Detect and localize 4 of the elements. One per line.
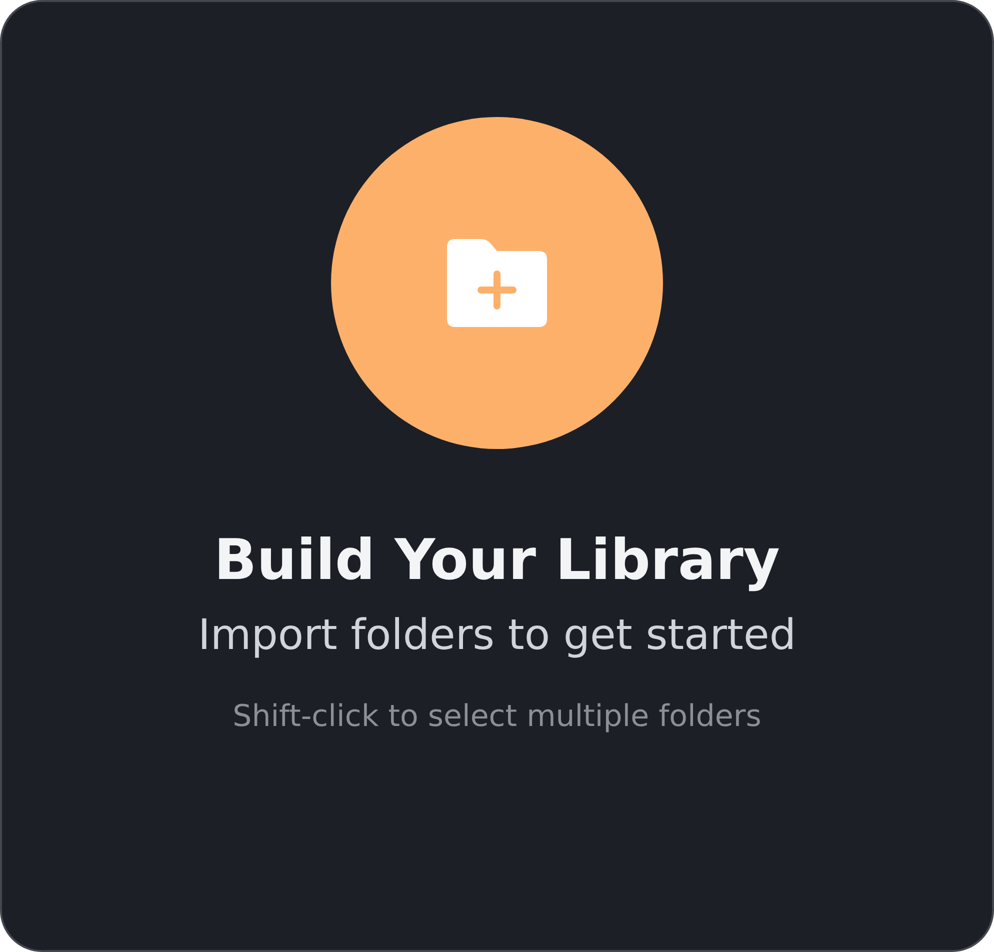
folder-plus-icon <box>447 239 547 327</box>
subtitle: Import folders to get started <box>198 610 796 661</box>
hint-text: Shift-click to select multiple folders <box>232 698 762 735</box>
title: Build Your Library <box>214 527 780 594</box>
